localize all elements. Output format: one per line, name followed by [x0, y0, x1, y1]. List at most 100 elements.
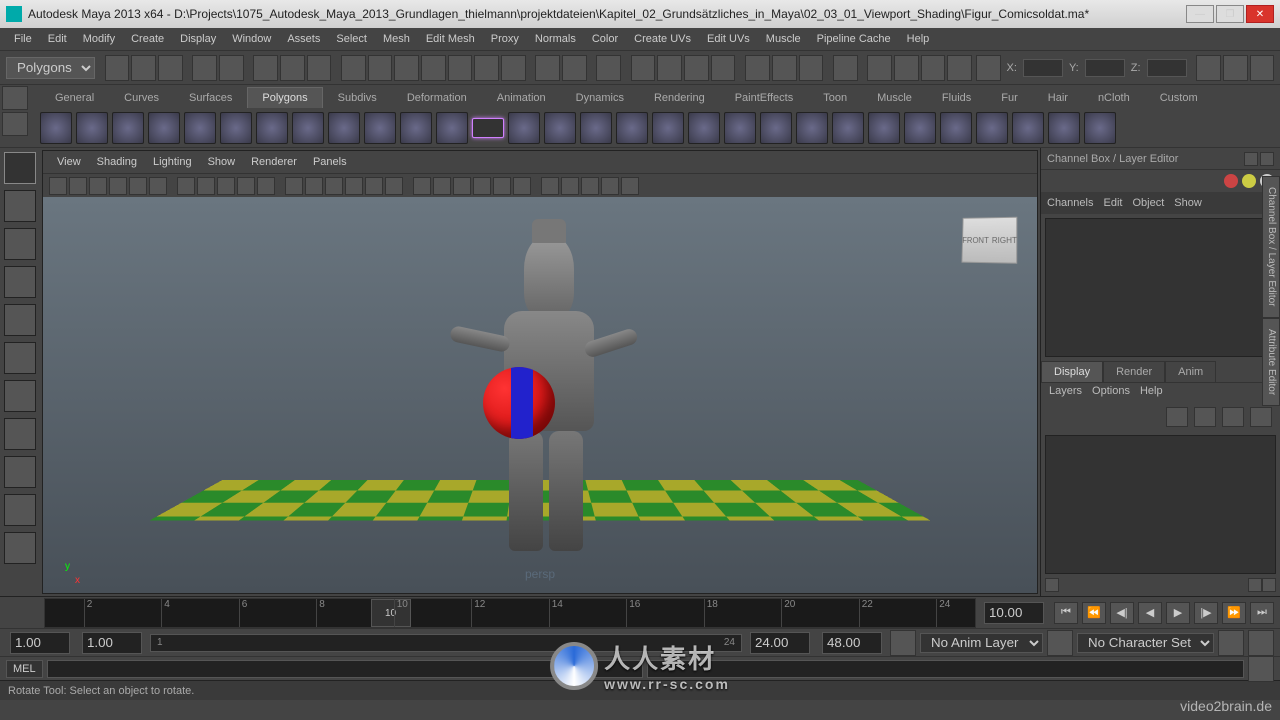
current-frame-field[interactable] [984, 602, 1044, 624]
shelf-button-20[interactable] [760, 112, 792, 144]
maximize-button[interactable]: ❐ [1216, 5, 1244, 23]
shelf-tab-custom[interactable]: Custom [1145, 87, 1213, 108]
manip-mode-icon[interactable] [1224, 174, 1238, 188]
lasso-button[interactable] [280, 55, 305, 81]
script-editor-toggle[interactable] [1248, 656, 1274, 682]
layer-menu-help[interactable]: Help [1140, 385, 1163, 401]
layer-tab-render[interactable]: Render [1103, 361, 1165, 383]
layer-tab-display[interactable]: Display [1041, 361, 1103, 383]
ipr-button[interactable] [631, 55, 656, 81]
shelf-tab-polygons[interactable]: Polygons [247, 87, 322, 108]
shelf-button-6[interactable] [256, 112, 288, 144]
vp-toolbar-button-1[interactable] [69, 177, 87, 195]
outliner-button[interactable] [833, 55, 858, 81]
shelf-tab-dynamics[interactable]: Dynamics [561, 87, 639, 108]
anim-layer-select[interactable]: No Anim Layer [920, 633, 1043, 653]
shelf-button-8[interactable] [328, 112, 360, 144]
vp-toolbar-button-10[interactable] [257, 177, 275, 195]
menu-edit-uvs[interactable]: Edit UVs [699, 31, 758, 47]
layer-menu-layers[interactable]: Layers [1049, 385, 1082, 401]
vp-menu-renderer[interactable]: Renderer [243, 154, 305, 170]
shelf-tab-deformation[interactable]: Deformation [392, 87, 482, 108]
vp-toolbar-button-21[interactable] [493, 177, 511, 195]
menu-edit[interactable]: Edit [40, 31, 75, 47]
shelf-button-26[interactable] [976, 112, 1008, 144]
play-fwd-button[interactable]: ▶ [1166, 602, 1190, 624]
menu-edit-mesh[interactable]: Edit Mesh [418, 31, 483, 47]
vp-toolbar-button-9[interactable] [237, 177, 255, 195]
command-lang-label[interactable]: MEL [6, 660, 43, 678]
step-back-key-button[interactable]: ⏪ [1082, 602, 1106, 624]
x-input[interactable] [1023, 59, 1063, 77]
toggle-isolate-button[interactable] [501, 55, 526, 81]
shelf-button-22[interactable] [832, 112, 864, 144]
channel-menu-object[interactable]: Object [1132, 197, 1164, 209]
lasso-tool[interactable] [4, 190, 36, 222]
new-scene-button[interactable] [105, 55, 130, 81]
side-tab-attribute-editor[interactable]: Attribute Editor [1262, 318, 1280, 406]
shelf-button-5[interactable] [220, 112, 252, 144]
vp-toolbar-button-13[interactable] [325, 177, 343, 195]
minimize-button[interactable]: — [1186, 5, 1214, 23]
shelf-tab-curves[interactable]: Curves [109, 87, 174, 108]
shelf-button-28[interactable] [1048, 112, 1080, 144]
select-tool[interactable] [4, 152, 36, 184]
shelf-tab-surfaces[interactable]: Surfaces [174, 87, 247, 108]
sidebar-toggle-3[interactable] [1250, 55, 1275, 81]
open-scene-button[interactable] [131, 55, 156, 81]
sidebar-toggle-2[interactable] [1223, 55, 1248, 81]
vp-menu-lighting[interactable]: Lighting [145, 154, 200, 170]
vp-toolbar-button-17[interactable] [413, 177, 431, 195]
layer-move-up-button[interactable] [1166, 407, 1188, 427]
shelf-tab-animation[interactable]: Animation [482, 87, 561, 108]
vp-toolbar-button-14[interactable] [345, 177, 363, 195]
scale-tool[interactable] [4, 342, 36, 374]
vp-toolbar-button-24[interactable] [561, 177, 579, 195]
vp-menu-shading[interactable]: Shading [89, 154, 145, 170]
menu-normals[interactable]: Normals [527, 31, 584, 47]
menu-create[interactable]: Create [123, 31, 172, 47]
vp-toolbar-button-3[interactable] [109, 177, 127, 195]
dope-sheet-button[interactable] [894, 55, 919, 81]
character-set-select[interactable]: No Character Set [1077, 633, 1214, 653]
menu-display[interactable]: Display [172, 31, 224, 47]
soft-mod-tool[interactable] [4, 418, 36, 450]
vp-toolbar-button-7[interactable] [197, 177, 215, 195]
undo-button[interactable] [192, 55, 217, 81]
vp-toolbar-button-18[interactable] [433, 177, 451, 195]
step-fwd-key-button[interactable]: ⏩ [1222, 602, 1246, 624]
go-start-button[interactable]: ⏮ [1054, 602, 1078, 624]
panel-min-button[interactable] [1244, 152, 1258, 166]
anim-layer-options-button[interactable] [1047, 630, 1073, 656]
menu-pipeline-cache[interactable]: Pipeline Cache [809, 31, 899, 47]
shelf-button-10[interactable] [400, 112, 432, 144]
move-tool[interactable] [4, 266, 36, 298]
shelf-trash-button[interactable] [2, 112, 28, 136]
y-input[interactable] [1085, 59, 1125, 77]
new-layer-assign-button[interactable] [1250, 407, 1272, 427]
side-tab-channel-box[interactable]: Channel Box / Layer Editor [1262, 176, 1280, 318]
menu-proxy[interactable]: Proxy [483, 31, 527, 47]
shelf-tab-toon[interactable]: Toon [808, 87, 862, 108]
vp-toolbar-button-23[interactable] [541, 177, 559, 195]
step-fwd-button[interactable]: |▶ [1194, 602, 1218, 624]
menu-muscle[interactable]: Muscle [758, 31, 809, 47]
menu-help[interactable]: Help [899, 31, 938, 47]
render-globals-button[interactable] [657, 55, 682, 81]
shelf-button-14[interactable] [544, 112, 576, 144]
channel-menu-edit[interactable]: Edit [1103, 197, 1122, 209]
vp-menu-view[interactable]: View [49, 154, 89, 170]
vp-toolbar-button-19[interactable] [453, 177, 471, 195]
snap-plane-button[interactable] [421, 55, 446, 81]
vp-toolbar-button-20[interactable] [473, 177, 491, 195]
manip-speed-icon[interactable] [1242, 174, 1256, 188]
layer-scroll-end[interactable] [1262, 578, 1276, 592]
shelf-button-11[interactable] [436, 112, 468, 144]
vp-toolbar-button-6[interactable] [177, 177, 195, 195]
menu-create-uvs[interactable]: Create UVs [626, 31, 699, 47]
viewcube[interactable]: FRONT RIGHT [961, 217, 1017, 264]
shelf-button-12[interactable] [472, 118, 504, 138]
redo-button[interactable] [219, 55, 244, 81]
snap-curve-button[interactable] [368, 55, 393, 81]
vp-toolbar-button-12[interactable] [305, 177, 323, 195]
